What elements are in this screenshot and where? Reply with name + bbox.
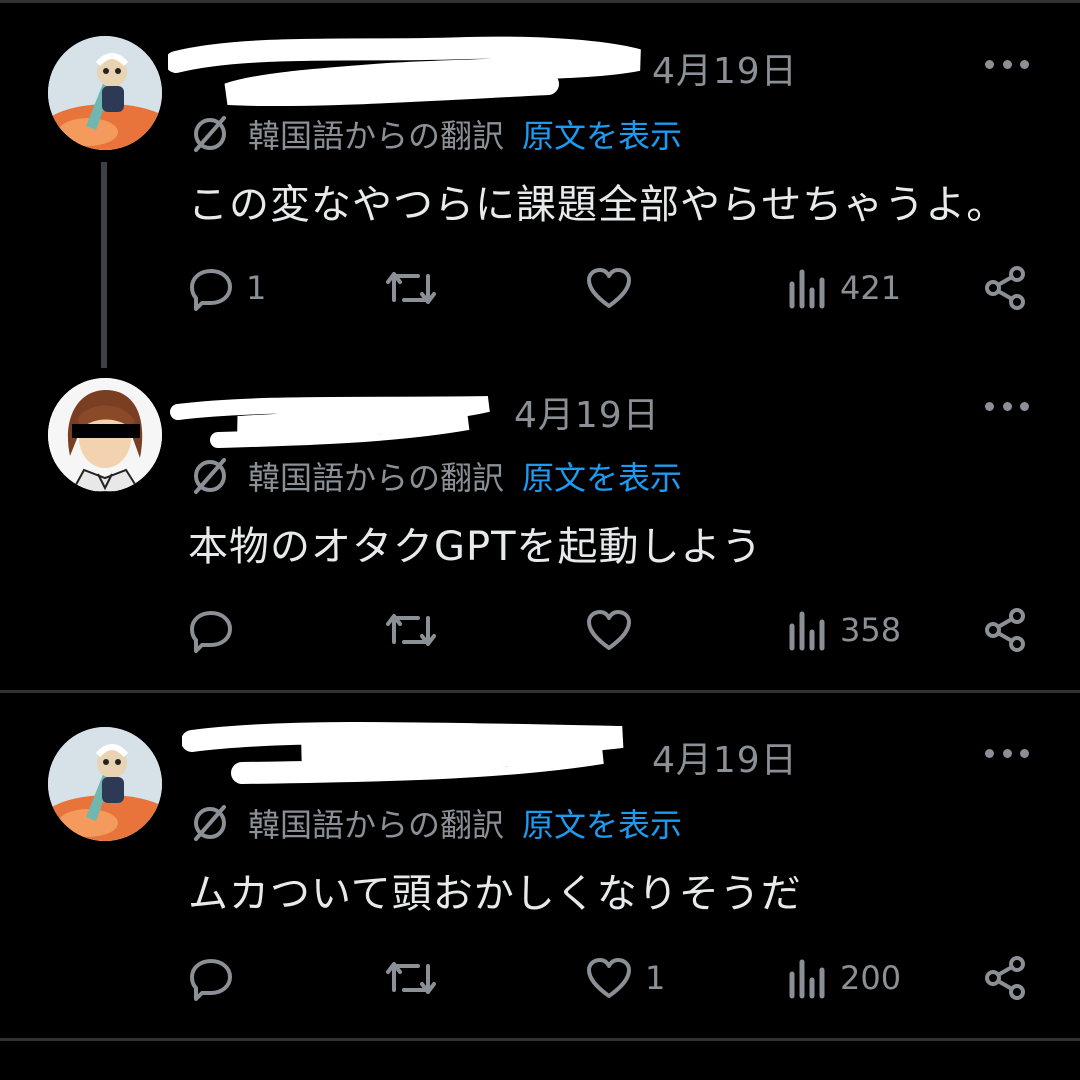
post-date[interactable]: 4月19日	[514, 386, 660, 438]
views-button[interactable]: 421	[788, 258, 901, 318]
post-date[interactable]: 4月19日	[652, 42, 798, 94]
translation-row: 韓国語からの翻訳 原文を表示	[188, 799, 682, 847]
more-icon[interactable]	[985, 402, 1029, 416]
views-icon	[789, 611, 825, 651]
action-bar: 1 200	[0, 948, 1080, 1008]
post-3[interactable]: 4月19日 韓国語からの翻訳 原文を表示 ムカついて頭おかしくなりそうだ 1 2…	[0, 693, 1080, 1038]
view-count: 421	[840, 269, 902, 307]
reply-button[interactable]	[188, 600, 246, 660]
views-icon	[789, 269, 825, 309]
more-icon[interactable]	[985, 60, 1029, 74]
views-button[interactable]: 358	[788, 600, 901, 660]
translation-label: 韓国語からの翻訳	[248, 459, 505, 497]
reply-icon	[190, 959, 232, 1001]
reply-button[interactable]: 1	[188, 258, 266, 318]
avatar[interactable]	[48, 378, 162, 492]
view-count: 200	[840, 959, 902, 997]
reply-button[interactable]	[188, 948, 246, 1008]
share-button[interactable]	[983, 258, 1029, 318]
redacted-username	[168, 34, 648, 106]
share-button[interactable]	[983, 948, 1029, 1008]
translate-icon	[194, 458, 226, 494]
reply-count: 1	[246, 269, 267, 307]
retweet-button[interactable]	[384, 600, 450, 660]
action-bar: 1 421	[0, 258, 1080, 318]
translation-row: 韓国語からの翻訳 原文を表示	[188, 452, 682, 500]
heart-icon	[587, 958, 631, 998]
share-button[interactable]	[983, 600, 1029, 660]
action-bar: 358	[0, 600, 1080, 660]
avatar[interactable]	[48, 36, 162, 150]
like-count: 1	[645, 959, 666, 997]
views-button[interactable]: 200	[788, 948, 901, 1008]
view-count: 358	[840, 611, 902, 649]
translation-row: 韓国語からの翻訳 原文を表示	[188, 110, 682, 158]
thread-connector	[101, 162, 107, 368]
redacted-username	[182, 717, 642, 784]
reply-icon	[190, 611, 232, 653]
heart-icon	[587, 610, 631, 650]
share-icon	[985, 956, 1025, 1000]
post-divider	[0, 1038, 1080, 1041]
heart-icon	[587, 268, 631, 308]
share-icon	[985, 266, 1025, 310]
post-text: この変なやつらに課題全部やらせちゃうよ。	[188, 182, 1008, 228]
translate-icon	[194, 116, 226, 152]
post-text: 本物のオタクGPTを起動しよう	[188, 524, 763, 570]
post-2[interactable]: 4月19日 韓国語からの翻訳 原文を表示 本物のオタクGPTを起動しよう 358	[0, 370, 1080, 690]
retweet-button[interactable]	[384, 258, 450, 318]
reply-icon	[190, 269, 232, 311]
views-icon	[789, 959, 825, 999]
share-icon	[985, 608, 1025, 652]
like-button[interactable]: 1	[585, 948, 665, 1008]
translation-label: 韓国語からの翻訳	[248, 117, 505, 155]
translate-icon	[194, 805, 226, 841]
like-button[interactable]	[585, 600, 645, 660]
more-icon[interactable]	[985, 749, 1029, 763]
retweet-icon	[386, 962, 436, 994]
retweet-icon	[386, 272, 436, 304]
retweet-button[interactable]	[384, 948, 450, 1008]
avatar[interactable]	[48, 727, 162, 841]
translation-label: 韓国語からの翻訳	[248, 806, 505, 844]
post-date[interactable]: 4月19日	[652, 731, 798, 783]
show-original-link[interactable]: 原文を表示	[522, 453, 682, 499]
redacted-username	[168, 392, 508, 452]
post-1[interactable]: 4月19日 韓国語からの翻訳 原文を表示 この変なやつらに課題全部やらせちゃうよ…	[0, 0, 1080, 370]
show-original-link[interactable]: 原文を表示	[522, 800, 682, 846]
retweet-icon	[386, 614, 436, 646]
show-original-link[interactable]: 原文を表示	[522, 111, 682, 157]
post-text: ムカついて頭おかしくなりそうだ	[188, 871, 802, 917]
like-button[interactable]	[585, 258, 645, 318]
